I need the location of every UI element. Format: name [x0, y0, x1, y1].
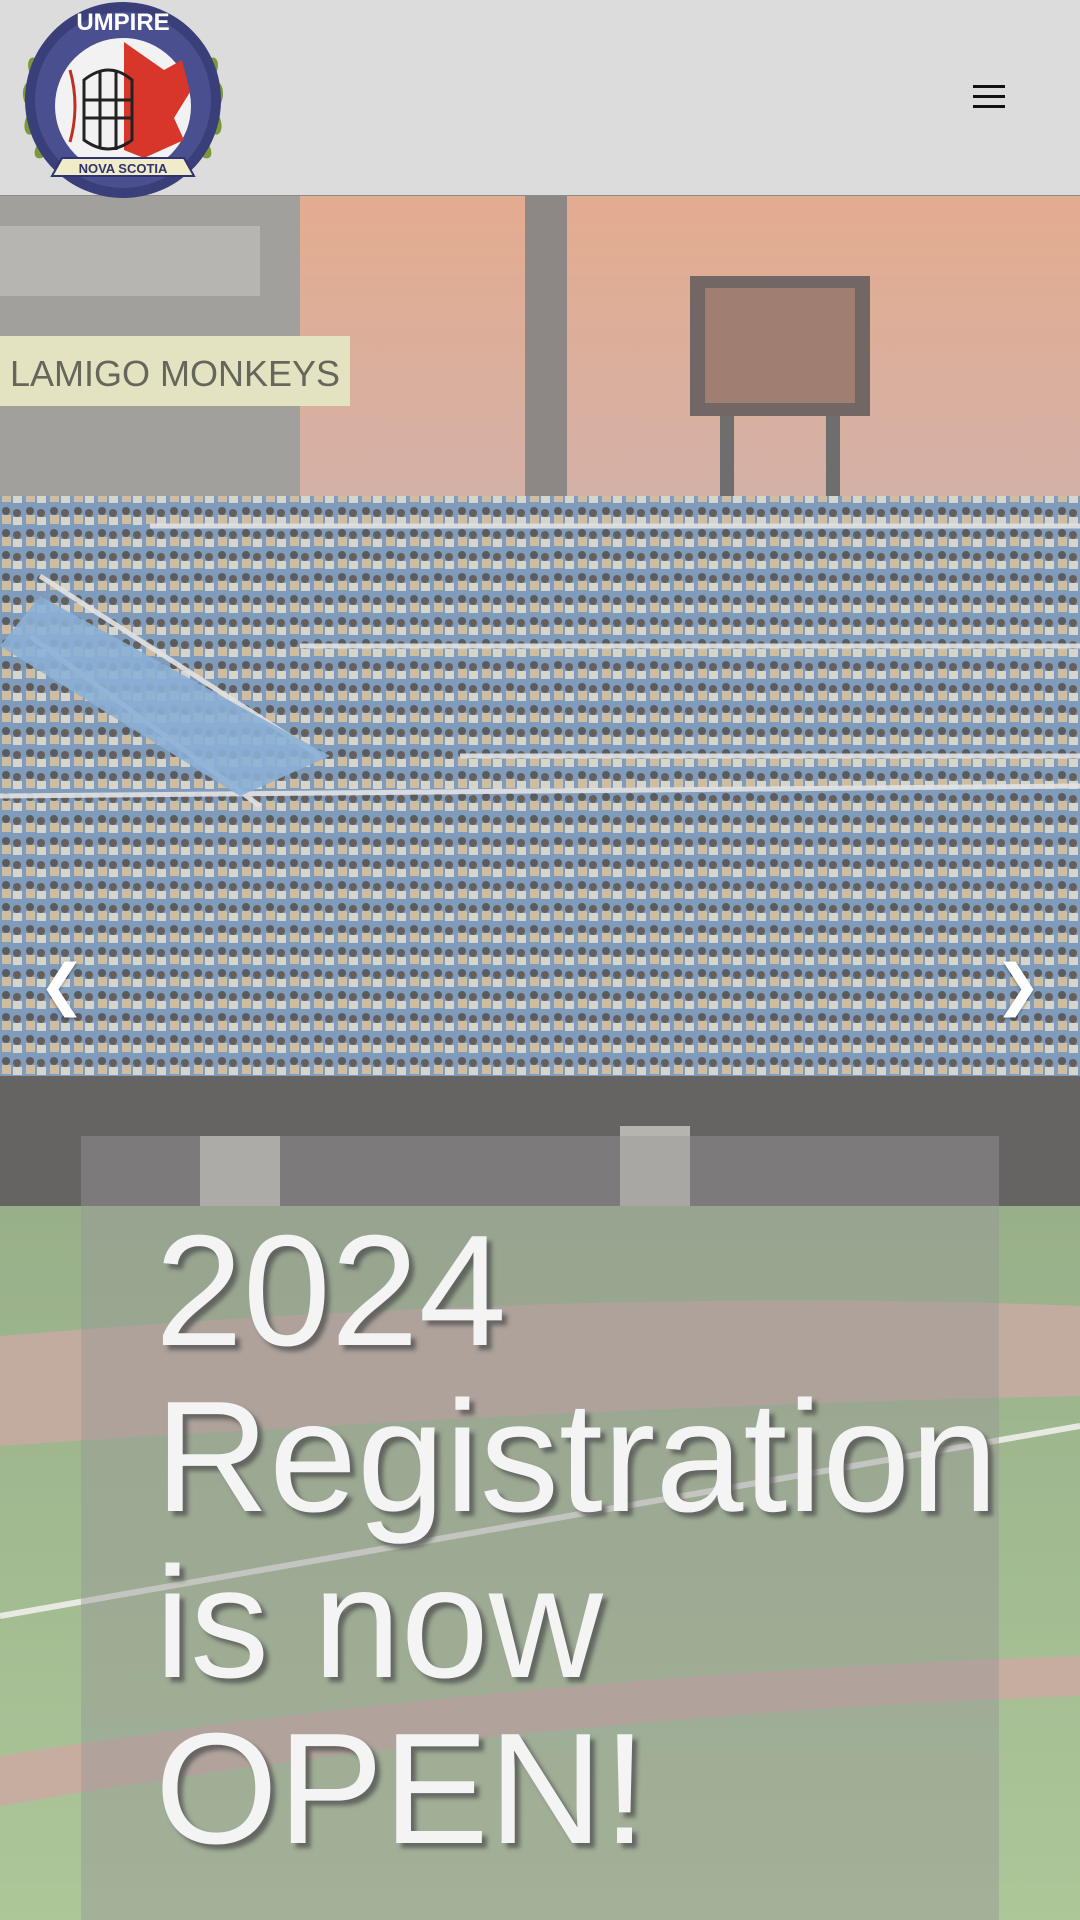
slide-caption-box: 2024 Registration is now OPEN! — [81, 1136, 999, 1920]
slide-caption[interactable]: 2024 Registration is now OPEN! — [155, 1208, 998, 1872]
hero-slideshow: LAMIGO MONKEYS ❮ ❯ 2024 Registration is … — [0, 196, 1080, 1920]
hamburger-menu-icon[interactable] — [970, 78, 1008, 118]
umpire-nova-scotia-logo[interactable]: UMPIRE NOVA SCOTIA — [14, 0, 232, 205]
site-header: UMPIRE NOVA SCOTIA — [0, 0, 1080, 198]
menu-bar-bottom — [973, 105, 1005, 108]
logo-top-text: UMPIRE — [76, 9, 169, 36]
logo-banner-text: NOVA SCOTIA — [79, 161, 168, 176]
next-slide-button[interactable]: ❯ — [988, 946, 1048, 1026]
menu-bar-middle — [973, 95, 1005, 98]
menu-bar-top — [973, 85, 1005, 88]
previous-slide-button[interactable]: ❮ — [32, 946, 92, 1026]
page: UMPIRE NOVA SCOTIA LAMIGO MONKEYS ❮ ❯ 20… — [0, 0, 1080, 1920]
logo-graphic: UMPIRE NOVA SCOTIA — [22, 2, 224, 198]
